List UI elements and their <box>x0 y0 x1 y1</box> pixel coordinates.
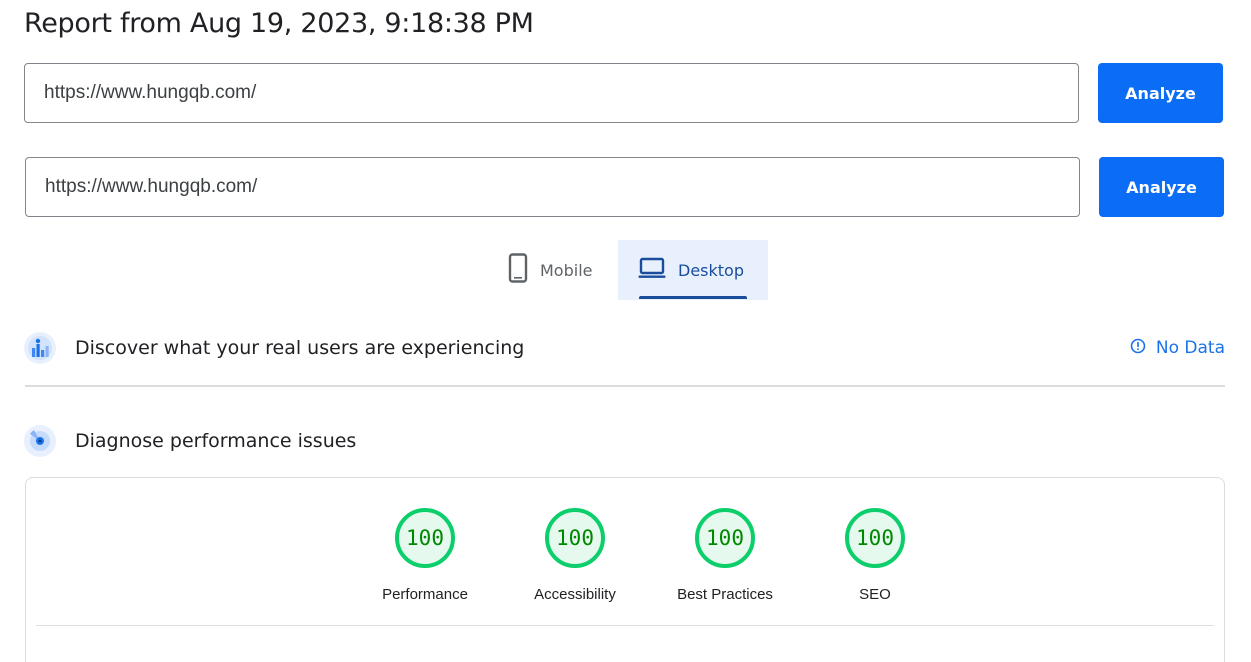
score-accessibility: 100 <box>545 508 605 568</box>
gauge-label-best-practices: Best Practices <box>677 586 773 603</box>
section-divider <box>25 385 1225 387</box>
scores-card: 100 Performance 100 Accessibility 100 Be… <box>25 477 1225 662</box>
url-input-2[interactable] <box>25 157 1080 217</box>
crux-section-header: Discover what your real users are experi… <box>24 332 1225 364</box>
score-best-practices: 100 <box>695 508 755 568</box>
tab-desktop[interactable]: Desktop <box>618 240 768 300</box>
card-divider <box>36 625 1214 626</box>
tab-desktop-label: Desktop <box>678 260 744 280</box>
gauge-label-performance: Performance <box>382 586 468 603</box>
phone-icon <box>508 253 528 287</box>
score-performance: 100 <box>395 508 455 568</box>
no-data-text: No Data <box>1155 338 1225 358</box>
gauge-accessibility[interactable]: 100 Accessibility <box>500 508 650 603</box>
gauge-label-accessibility: Accessibility <box>534 586 616 603</box>
crux-section-title: Discover what your real users are experi… <box>75 337 525 359</box>
lighthouse-icon <box>24 425 56 457</box>
info-icon <box>1130 338 1146 359</box>
analyze-button-1[interactable]: Analyze <box>1098 63 1223 123</box>
gauge-label-seo: SEO <box>859 586 891 603</box>
url-input-1[interactable] <box>24 63 1079 123</box>
device-tabs: Mobile Desktop <box>488 240 768 300</box>
gauge-performance[interactable]: 100 Performance <box>350 508 500 603</box>
analyze-button-2[interactable]: Analyze <box>1099 157 1224 217</box>
laptop-icon <box>638 257 666 283</box>
score-seo: 100 <box>845 508 905 568</box>
diagnose-section-title: Diagnose performance issues <box>75 430 357 452</box>
gauge-seo[interactable]: 100 SEO <box>800 508 950 603</box>
gauge-best-practices[interactable]: 100 Best Practices <box>650 508 800 603</box>
report-title: Report from Aug 19, 2023, 9:18:38 PM <box>24 8 534 39</box>
tab-mobile-label: Mobile <box>540 260 593 280</box>
pagespeed-report-page: Report from Aug 19, 2023, 9:18:38 PM Ana… <box>0 0 1251 662</box>
tab-mobile[interactable]: Mobile <box>488 240 618 300</box>
no-data-indicator[interactable]: No Data <box>1130 338 1225 359</box>
selected-tab-indicator <box>639 296 747 299</box>
score-gauges: 100 Performance 100 Accessibility 100 Be… <box>350 508 950 603</box>
users-chart-icon <box>24 332 56 364</box>
diagnose-section-header: Diagnose performance issues <box>24 425 1225 457</box>
